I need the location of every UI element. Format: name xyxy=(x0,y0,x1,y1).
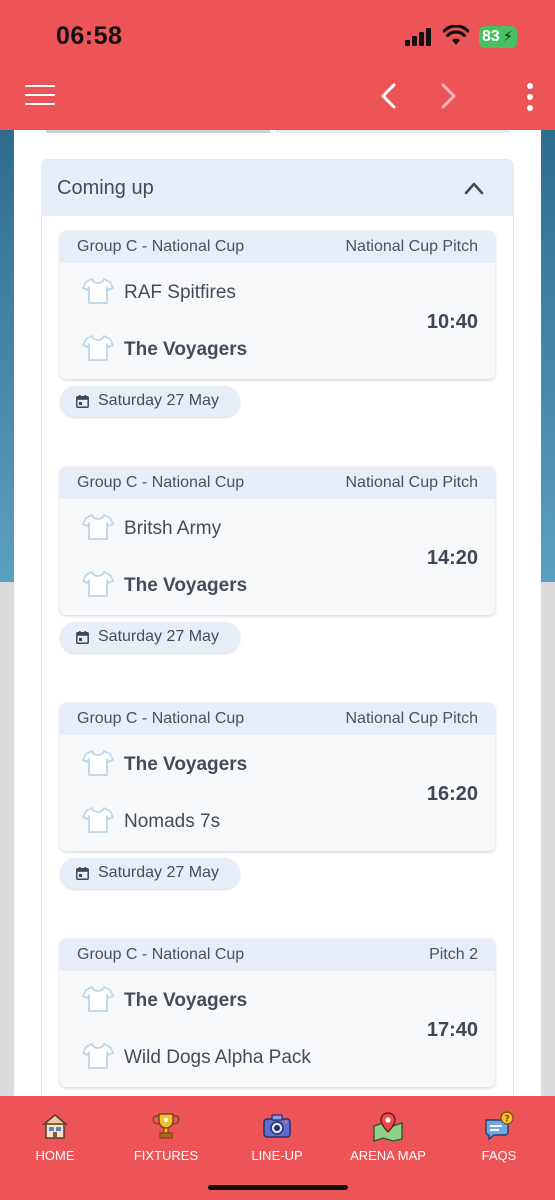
away-team: The Voyagers xyxy=(82,570,412,600)
away-team: Nomads 7s xyxy=(82,806,412,836)
match-card[interactable]: Group C - National Cup National Cup Pitch… xyxy=(60,231,495,379)
nav-label: LINE-UP xyxy=(251,1148,303,1163)
match-date: Saturday 27 May xyxy=(98,392,219,409)
date-chip: Saturday 27 May xyxy=(60,622,240,653)
kickoff-time: 14:20 xyxy=(426,547,478,569)
nav-faqs[interactable]: ? FAQS xyxy=(449,1110,549,1163)
nav-fixtures[interactable]: FIXTURES xyxy=(116,1110,216,1163)
coming-up-header[interactable]: Coming up xyxy=(42,160,513,216)
match-card[interactable]: Group C - National Cup National Cup Pitch… xyxy=(60,703,495,851)
chevron-up-icon[interactable] xyxy=(463,178,485,198)
team-name: The Voyagers xyxy=(124,575,248,596)
away-team: Wild Dogs Alpha Pack xyxy=(82,1042,412,1072)
home-team: The Voyagers xyxy=(82,985,412,1015)
calendar-icon xyxy=(76,631,89,644)
nav-label: ARENA MAP xyxy=(350,1148,426,1163)
date-chip: Saturday 27 May xyxy=(60,386,240,417)
match-card[interactable]: Group C - National Cup Pitch 2 The Voyager… xyxy=(60,939,495,1087)
competition-label: Group C - National Cup xyxy=(77,946,245,963)
calendar-icon xyxy=(76,867,89,880)
camera-icon xyxy=(263,1114,291,1138)
match-header: Group C - National Cup National Cup Pitch xyxy=(60,467,495,499)
map-pin-icon xyxy=(373,1112,403,1142)
date-chip: Saturday 27 May xyxy=(60,858,240,889)
status-time: 06:58 xyxy=(56,22,123,50)
match-date: Saturday 27 May xyxy=(98,628,219,645)
shirt-icon xyxy=(82,985,114,1013)
pitch-label: National Cup Pitch xyxy=(345,474,478,491)
pitch-label: National Cup Pitch xyxy=(345,710,478,727)
kickoff-time: 17:40 xyxy=(426,1019,478,1041)
nav-label: FAQS xyxy=(481,1148,517,1163)
tab-indicator-left[interactable] xyxy=(46,130,270,133)
shirt-icon xyxy=(82,570,114,598)
team-name: Britsh Army xyxy=(124,518,222,539)
forward-arrow-icon[interactable] xyxy=(436,82,460,110)
calendar-icon xyxy=(76,395,89,408)
shirt-icon xyxy=(82,277,114,305)
tab-indicator-right[interactable] xyxy=(276,130,509,133)
pitch-label: Pitch 2 xyxy=(429,946,478,963)
nav-line-up[interactable]: LINE-UP xyxy=(227,1110,327,1163)
home-team: Britsh Army xyxy=(82,513,412,543)
match-header: Group C - National Cup National Cup Pitch xyxy=(60,231,495,263)
match-card[interactable]: Group C - National Cup National Cup Pitch… xyxy=(60,467,495,615)
team-name: Wild Dogs Alpha Pack xyxy=(124,1047,311,1068)
match-header: Group C - National Cup Pitch 2 xyxy=(60,939,495,971)
match-date: Saturday 27 May xyxy=(98,864,219,881)
chat-question-icon: ? xyxy=(485,1111,514,1141)
more-options-button[interactable] xyxy=(520,82,540,112)
team-name: The Voyagers xyxy=(124,754,248,775)
shirt-icon xyxy=(82,334,114,362)
cellular-signal-icon xyxy=(405,28,433,46)
competition-label: Group C - National Cup xyxy=(77,238,245,255)
shirt-icon xyxy=(82,1042,114,1070)
team-name: RAF Spitfires xyxy=(124,282,236,303)
hamburger-menu-button[interactable] xyxy=(25,83,55,107)
svg-text:?: ? xyxy=(505,1115,510,1125)
nav-label: FIXTURES xyxy=(133,1148,199,1163)
away-team: The Voyagers xyxy=(82,334,412,364)
section-title: Coming up xyxy=(57,177,154,199)
kickoff-time: 16:20 xyxy=(426,783,478,805)
team-name: Nomads 7s xyxy=(124,811,221,832)
app-header: 06:58 83 ⚡ xyxy=(0,0,555,130)
trophy-icon xyxy=(152,1113,180,1139)
competition-label: Group C - National Cup xyxy=(77,710,245,727)
nav-home[interactable]: HOME xyxy=(5,1110,105,1163)
back-arrow-icon[interactable] xyxy=(377,82,401,110)
home-icon xyxy=(42,1114,68,1139)
home-team: The Voyagers xyxy=(82,749,412,779)
kickoff-time: 10:40 xyxy=(426,311,478,333)
wifi-icon xyxy=(443,25,469,45)
nav-arena-map[interactable]: ARENA MAP xyxy=(338,1110,438,1163)
match-header: Group C - National Cup National Cup Pitch xyxy=(60,703,495,735)
shirt-icon xyxy=(82,513,114,541)
team-name: The Voyagers xyxy=(124,339,248,360)
charging-icon: ⚡ xyxy=(503,28,513,44)
shirt-icon xyxy=(82,749,114,777)
nav-label: HOME xyxy=(35,1148,75,1163)
home-team: RAF Spitfires xyxy=(82,277,412,307)
home-indicator xyxy=(208,1185,348,1190)
shirt-icon xyxy=(82,806,114,834)
competition-label: Group C - National Cup xyxy=(77,474,245,491)
team-name: The Voyagers xyxy=(124,990,248,1011)
pitch-label: National Cup Pitch xyxy=(345,238,478,255)
